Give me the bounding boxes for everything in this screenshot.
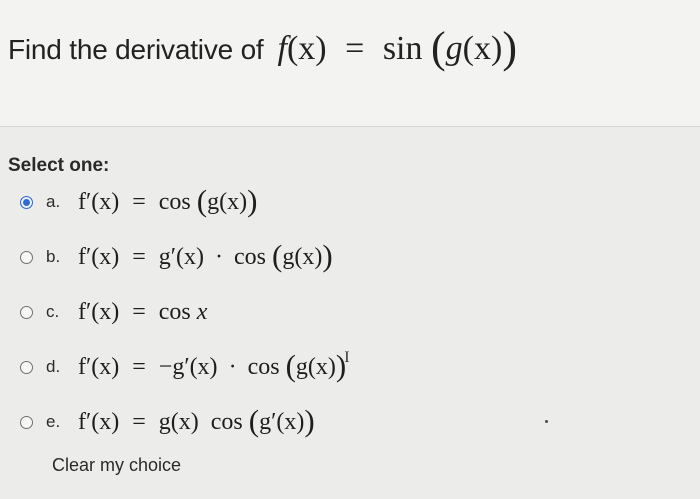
expr-rhs: cos <box>234 243 267 270</box>
option-letter: c. <box>46 302 60 321</box>
question-inner-x: (x) <box>462 30 503 67</box>
expr-pre: g(x) <box>158 408 199 435</box>
expr-rhs: cos <box>158 188 191 215</box>
option-letter: b. <box>46 247 61 266</box>
question-arg: (x) <box>286 30 327 67</box>
question-sin: sin <box>382 30 423 67</box>
expr-rhs: cos <box>247 353 280 380</box>
expr-lhs: f′(x) <box>78 298 120 325</box>
expr-rhs: cos <box>158 298 191 325</box>
expr-lhs: f′(x) <box>78 353 120 380</box>
expr-lhs: f′(x) <box>78 188 120 215</box>
option-expression: f′(x) = cos (g(x)) <box>78 182 258 218</box>
question-panel: Find the derivative of f(x) = sin (g(x)) <box>0 0 700 127</box>
expr-arg: g(x) <box>282 243 323 270</box>
expr-pre: g′(x) <box>158 243 205 270</box>
expr-arg: g′(x) <box>259 408 305 435</box>
option-a[interactable]: a. f′(x) = cos (g(x)) <box>20 182 257 222</box>
option-letter: e. <box>46 412 61 431</box>
radio-c[interactable] <box>20 305 33 319</box>
question-eq: = <box>345 30 365 67</box>
expr-eq: = <box>132 188 146 215</box>
expr-eq: = <box>132 298 146 325</box>
option-d[interactable]: d. f′(x) = −g′(x) · cos (g(x))I <box>20 347 350 387</box>
question-formula: f(x) = sin (g(x)) <box>277 23 517 72</box>
clear-choice-link[interactable]: Clear my choice <box>52 455 181 476</box>
option-expression: f′(x) = −g′(x) · cos (g(x))I <box>78 347 350 383</box>
expr-eq: = <box>132 408 146 435</box>
expr-arg: g(x) <box>295 353 336 380</box>
option-b[interactable]: b. f′(x) = g′(x) · cos (g(x)) <box>20 237 333 277</box>
radio-e[interactable] <box>20 415 33 429</box>
option-expression: f′(x) = cos x <box>78 299 207 326</box>
dust-speck <box>545 420 548 423</box>
question-prefix: Find the derivative of <box>8 34 264 65</box>
expr-eq: = <box>132 243 146 270</box>
option-c[interactable]: c. f′(x) = cos x <box>20 292 207 332</box>
expr-dot: · <box>215 243 224 270</box>
expr-arg: g(x) <box>207 188 248 215</box>
answer-panel: Select one: a. f′(x) = cos (g(x)) b. f′(… <box>0 127 700 499</box>
radio-b[interactable] <box>20 250 33 264</box>
expr-rhs: cos <box>210 408 243 435</box>
radio-d[interactable] <box>20 360 33 374</box>
option-expression: f′(x) = g(x) cos (g′(x)) <box>78 402 315 438</box>
text-cursor-icon: I <box>344 348 350 366</box>
question-inner-g: g <box>445 30 463 67</box>
option-expression: f′(x) = g′(x) · cos (g(x)) <box>78 237 333 273</box>
option-e[interactable]: e. f′(x) = g(x) cos (g′(x)) <box>20 402 315 442</box>
expr-pre: −g′(x) <box>158 353 218 380</box>
question-fn: f <box>277 30 287 67</box>
option-letter: a. <box>46 192 61 211</box>
question-text: Find the derivative of f(x) = sin (g(x)) <box>8 23 517 72</box>
expr-var: x <box>196 298 208 325</box>
expr-lhs: f′(x) <box>78 243 120 270</box>
select-one-label: Select one: <box>8 155 110 176</box>
expr-dot: · <box>228 353 237 380</box>
expr-eq: = <box>132 353 146 380</box>
option-letter: d. <box>46 357 61 376</box>
radio-a[interactable] <box>20 195 33 209</box>
expr-lhs: f′(x) <box>78 408 120 435</box>
